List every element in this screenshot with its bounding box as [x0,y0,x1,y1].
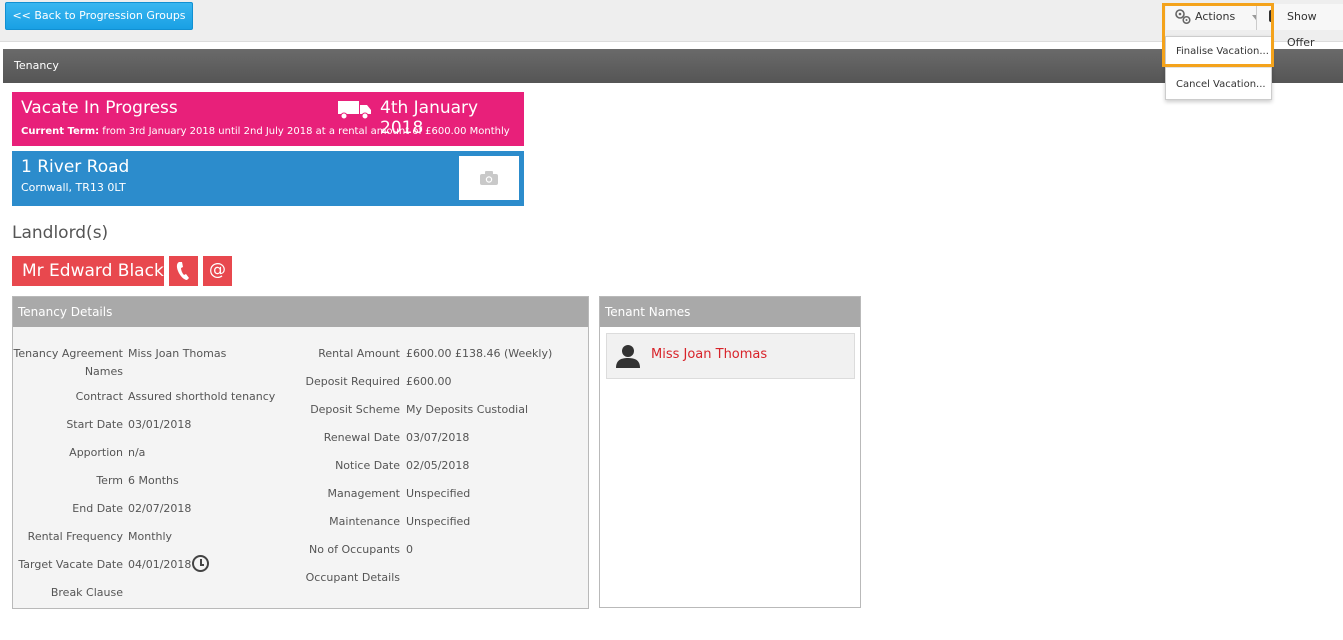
detail-value: Unspecified [406,515,471,528]
detail-key: Break Clause [50,586,123,599]
tenant-name: Miss Joan Thomas [651,347,768,362]
show-offer-button[interactable]: Show Offer [1256,4,1343,49]
actions-dropdown-button[interactable]: Actions [1166,4,1270,30]
detail-value: 03/07/2018 [406,431,470,444]
show-offer-label: Show Offer [1287,10,1317,49]
vacate-status-card: Vacate In Progress 4th January 2018 Curr… [12,92,524,146]
detail-value: £600.00 [406,347,452,360]
detail-value: £600.00 [406,375,452,388]
detail-key: Start Date [66,418,123,431]
detail-value: 03/01/2018 [128,418,192,431]
section-header: Tenancy [3,49,1343,83]
detail-key: Names [84,365,123,378]
camera-icon [480,171,498,185]
detail-key: Deposit Required [305,375,400,388]
actions-menu: Finalise Vacation... Cancel Vacation... [1165,36,1272,100]
tenancy-details-panel: Tenancy Details Tenancy Agreement Names … [12,296,589,609]
phone-icon [176,262,189,280]
property-street: 1 River Road [21,157,130,177]
menu-item-finalise-vacation[interactable]: Finalise Vacation... [1166,37,1271,67]
detail-key: Deposit Scheme [310,403,400,416]
detail-key: Target Vacate Date [18,558,123,571]
detail-value: 02/05/2018 [406,459,470,472]
landlord-name-button[interactable]: Mr Edward Black [12,256,164,286]
landlord-phone-button[interactable] [169,256,198,286]
top-toolbar: << Back to Progression Groups Actions Sh… [0,0,1343,49]
detail-key: Rental Amount [318,347,400,360]
landlord-email-button[interactable]: @ [203,256,232,286]
gears-icon [1175,9,1191,25]
property-town: Cornwall, TR13 0LT [21,181,126,194]
status-title: Vacate In Progress [21,98,178,118]
offer-icon [1269,10,1274,22]
tenant-names-title: Tenant Names [600,297,860,327]
detail-value-weekly: £138.46 (Weekly) [455,347,553,360]
menu-item-cancel-vacation[interactable]: Cancel Vacation... [1166,67,1271,99]
current-term: Current Term: from 3rd January 2018 unti… [21,126,510,137]
actions-label: Actions [1195,10,1236,23]
detail-key: Rental Frequency [27,530,123,543]
detail-value: Assured shorthold tenancy [128,390,276,403]
detail-value: 04/01/2018 [128,558,192,571]
detail-value: Monthly [128,530,173,543]
detail-key: End Date [72,502,123,515]
tenant-list-item[interactable]: Miss Joan Thomas [606,333,855,379]
current-term-text: from 3rd January 2018 until 2nd July 201… [99,126,510,137]
detail-value: My Deposits Custodial [406,403,529,416]
property-card[interactable]: 1 River Road Cornwall, TR13 0LT [12,151,524,206]
email-icon: @ [209,260,226,280]
person-icon [616,345,640,368]
detail-value: 02/07/2018 [128,502,192,515]
landlords-heading: Landlord(s) [12,223,109,243]
detail-key: Maintenance [329,515,400,528]
detail-key: Management [327,487,400,500]
current-term-label: Current Term: [21,126,100,137]
detail-value: 6 Months [128,474,179,487]
detail-key: Contract [75,390,123,403]
detail-key: Tenancy Agreement [13,347,123,360]
detail-value: Unspecified [406,487,471,500]
detail-key: Notice Date [335,459,400,472]
tenant-names-panel: Tenant Names Miss Joan Thomas [599,296,861,608]
detail-value: 0 [406,543,413,556]
back-to-progression-groups-button[interactable]: << Back to Progression Groups [5,2,193,30]
clock-icon[interactable] [192,555,209,572]
detail-key: Apportion [69,446,123,459]
truck-icon [338,101,371,120]
detail-key: No of Occupants [308,543,400,556]
detail-key: Term [96,474,123,487]
detail-key: Occupant Details [305,571,400,584]
property-photo-placeholder [459,156,519,200]
detail-key: Renewal Date [323,431,400,444]
detail-value: n/a [128,446,146,459]
detail-value: Miss Joan Thomas [128,347,227,360]
tenancy-details-title: Tenancy Details [13,297,588,327]
